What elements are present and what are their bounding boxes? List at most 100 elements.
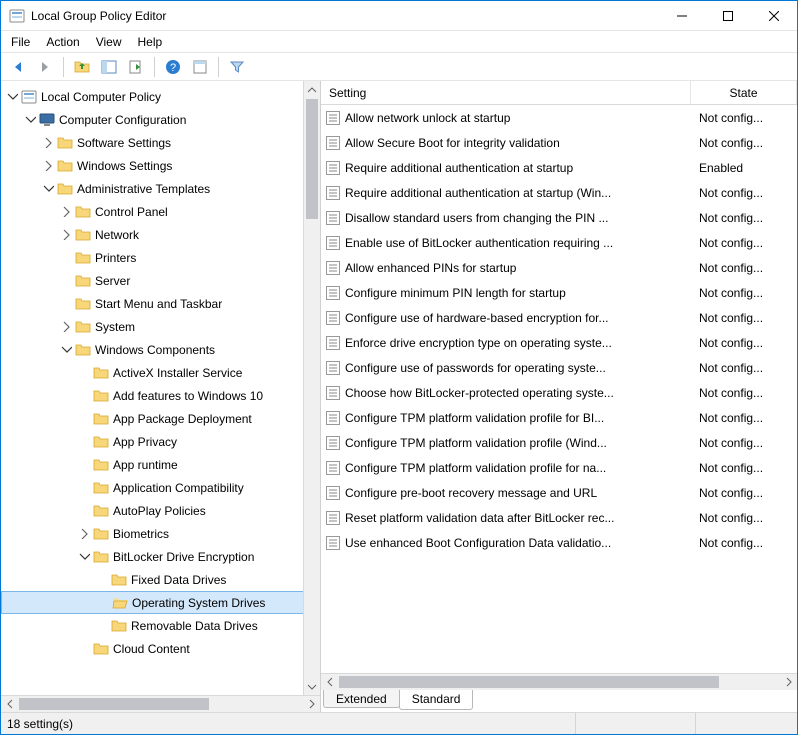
tree-node[interactable]: Computer Configuration xyxy=(1,108,320,131)
tree-node[interactable]: Control Panel xyxy=(1,200,320,223)
expand-icon[interactable] xyxy=(59,228,73,242)
collapse-icon[interactable] xyxy=(41,182,55,196)
tree-node[interactable]: App runtime xyxy=(1,453,320,476)
list-item[interactable]: Configure TPM platform validation profil… xyxy=(321,430,797,455)
menu-action[interactable]: Action xyxy=(46,35,79,49)
tree-node[interactable]: Local Computer Policy xyxy=(1,85,320,108)
collapse-icon[interactable] xyxy=(5,90,19,104)
scroll-left-icon[interactable] xyxy=(1,696,18,712)
menu-view[interactable]: View xyxy=(96,35,122,49)
back-button[interactable] xyxy=(7,56,29,78)
tree-node[interactable]: Printers xyxy=(1,246,320,269)
root-icon xyxy=(21,89,37,105)
tree-node[interactable]: Windows Settings xyxy=(1,154,320,177)
forward-button[interactable] xyxy=(34,56,56,78)
filter-button[interactable] xyxy=(226,56,248,78)
tree-node[interactable]: ActiveX Installer Service xyxy=(1,361,320,384)
minimize-button[interactable] xyxy=(659,1,705,31)
tree-node[interactable]: AutoPlay Policies xyxy=(1,499,320,522)
tree-node[interactable]: Server xyxy=(1,269,320,292)
folder-icon xyxy=(93,641,109,657)
list-item[interactable]: Reset platform validation data after Bit… xyxy=(321,505,797,530)
setting-name: Require additional authentication at sta… xyxy=(345,186,611,200)
collapse-icon[interactable] xyxy=(23,113,37,127)
tree-node[interactable]: Network xyxy=(1,223,320,246)
tree-scrollbar-horizontal[interactable] xyxy=(1,695,320,712)
scroll-thumb[interactable] xyxy=(306,99,318,219)
setting-name: Reset platform validation data after Bit… xyxy=(345,511,614,525)
maximize-button[interactable] xyxy=(705,1,751,31)
list-item[interactable]: Configure pre-boot recovery message and … xyxy=(321,480,797,505)
tree-node[interactable]: Application Compatibility xyxy=(1,476,320,499)
list-item[interactable]: Configure TPM platform validation profil… xyxy=(321,405,797,430)
up-button[interactable] xyxy=(71,56,93,78)
help-button[interactable]: ? xyxy=(162,56,184,78)
list-item[interactable]: Configure use of hardware-based encrypti… xyxy=(321,305,797,330)
setting-state: Not config... xyxy=(691,436,797,450)
properties-button[interactable] xyxy=(189,56,211,78)
tree-node[interactable]: Windows Components xyxy=(1,338,320,361)
column-header-state[interactable]: State xyxy=(691,81,797,104)
expand-icon[interactable] xyxy=(41,159,55,173)
list-item[interactable]: Allow network unlock at startupNot confi… xyxy=(321,105,797,130)
list-item[interactable]: Require additional authentication at sta… xyxy=(321,155,797,180)
column-header-setting[interactable]: Setting xyxy=(321,81,691,104)
setting-name: Choose how BitLocker-protected operating… xyxy=(345,386,614,400)
scroll-thumb[interactable] xyxy=(19,698,209,710)
list-item[interactable]: Require additional authentication at sta… xyxy=(321,180,797,205)
expand-icon[interactable] xyxy=(77,527,91,541)
tree-node[interactable]: Software Settings xyxy=(1,131,320,154)
list-header: Setting State xyxy=(321,81,797,105)
tree-node[interactable]: Biometrics xyxy=(1,522,320,545)
list-item[interactable]: Configure TPM platform validation profil… xyxy=(321,455,797,480)
list-item[interactable]: Enable use of BitLocker authentication r… xyxy=(321,230,797,255)
menu-help[interactable]: Help xyxy=(138,35,163,49)
close-button[interactable] xyxy=(751,1,797,31)
tree-node[interactable]: System xyxy=(1,315,320,338)
tree-node[interactable]: Fixed Data Drives xyxy=(1,568,320,591)
list-body[interactable]: Allow network unlock at startupNot confi… xyxy=(321,105,797,673)
setting-icon xyxy=(325,410,341,426)
tree-node[interactable]: Cloud Content xyxy=(1,637,320,660)
tree[interactable]: Local Computer PolicyComputer Configurat… xyxy=(1,81,320,664)
export-button[interactable] xyxy=(125,56,147,78)
expand-placeholder xyxy=(77,366,91,380)
tree-label: Server xyxy=(95,274,130,288)
tab-standard[interactable]: Standard xyxy=(399,690,474,710)
tree-label: App Privacy xyxy=(113,435,177,449)
tree-node[interactable]: Removable Data Drives xyxy=(1,614,320,637)
tree-node[interactable]: Operating System Drives xyxy=(1,591,320,614)
scroll-up-icon[interactable] xyxy=(304,81,320,98)
tree-node[interactable]: App Package Deployment xyxy=(1,407,320,430)
tab-extended[interactable]: Extended xyxy=(323,690,400,708)
scroll-right-icon[interactable] xyxy=(780,674,797,690)
show-hide-tree-button[interactable] xyxy=(98,56,120,78)
collapse-icon[interactable] xyxy=(77,550,91,564)
list-item[interactable]: Allow enhanced PINs for startupNot confi… xyxy=(321,255,797,280)
tree-node[interactable]: Start Menu and Taskbar xyxy=(1,292,320,315)
list-item[interactable]: Use enhanced Boot Configuration Data val… xyxy=(321,530,797,555)
scroll-left-icon[interactable] xyxy=(321,674,338,690)
toolbar: ? xyxy=(1,53,797,81)
scroll-thumb[interactable] xyxy=(339,676,719,688)
scroll-down-icon[interactable] xyxy=(304,678,320,695)
list-scrollbar-horizontal[interactable] xyxy=(321,673,797,690)
expand-icon[interactable] xyxy=(41,136,55,150)
list-item[interactable]: Allow Secure Boot for integrity validati… xyxy=(321,130,797,155)
expand-icon[interactable] xyxy=(59,205,73,219)
collapse-icon[interactable] xyxy=(59,343,73,357)
list-item[interactable]: Configure use of passwords for operating… xyxy=(321,355,797,380)
menu-file[interactable]: File xyxy=(11,35,30,49)
expand-icon[interactable] xyxy=(59,320,73,334)
tree-node[interactable]: BitLocker Drive Encryption xyxy=(1,545,320,568)
list-item[interactable]: Enforce drive encryption type on operati… xyxy=(321,330,797,355)
folder-icon xyxy=(93,549,109,565)
tree-node[interactable]: Add features to Windows 10 xyxy=(1,384,320,407)
list-item[interactable]: Configure minimum PIN length for startup… xyxy=(321,280,797,305)
tree-node[interactable]: App Privacy xyxy=(1,430,320,453)
scroll-right-icon[interactable] xyxy=(303,696,320,712)
list-item[interactable]: Disallow standard users from changing th… xyxy=(321,205,797,230)
list-item[interactable]: Choose how BitLocker-protected operating… xyxy=(321,380,797,405)
tree-node[interactable]: Administrative Templates xyxy=(1,177,320,200)
tree-scrollbar-vertical[interactable] xyxy=(303,81,320,695)
